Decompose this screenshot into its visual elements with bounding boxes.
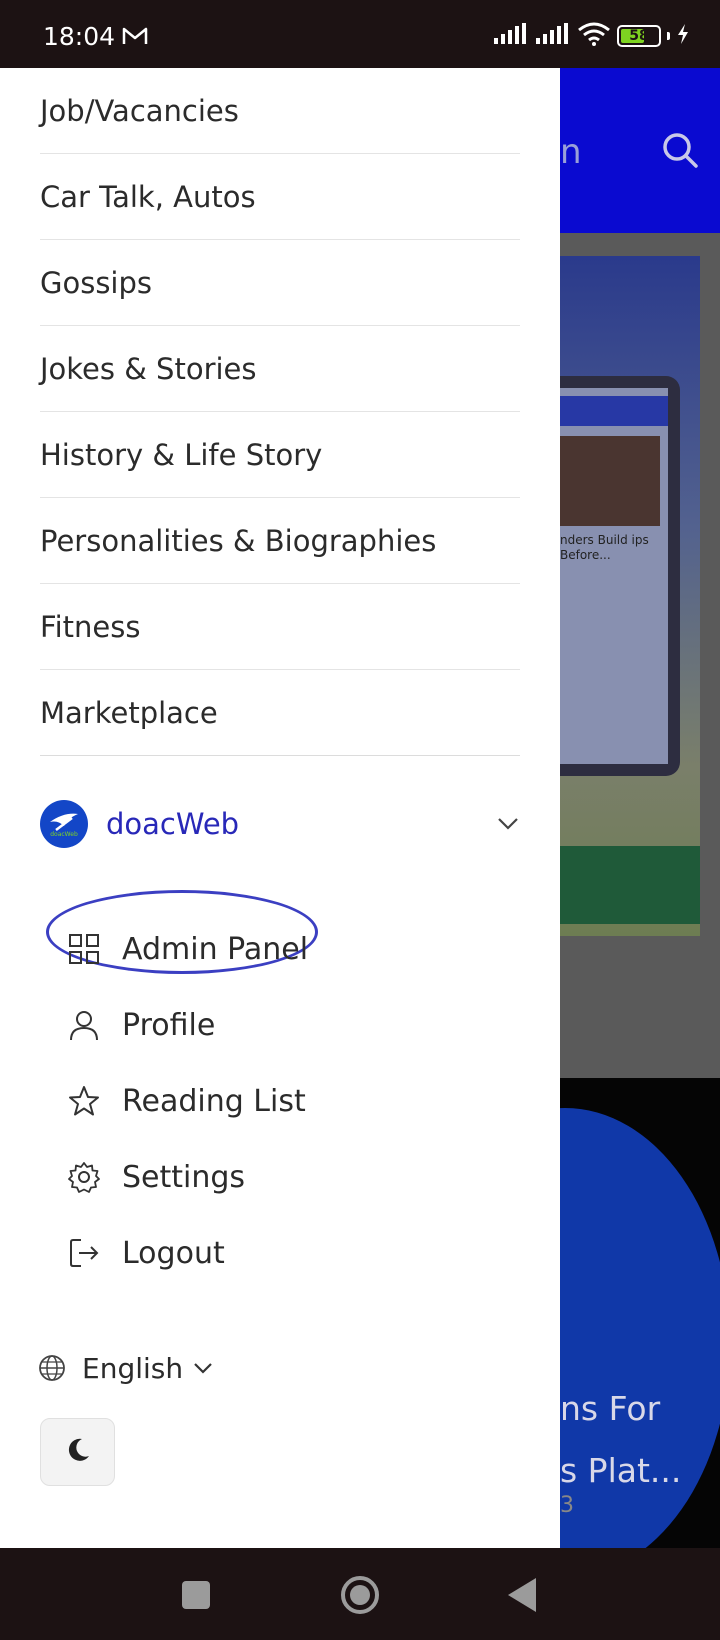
avatar: doacWeb [40,800,88,848]
star-icon [66,1083,102,1119]
moon-icon [64,1436,92,1468]
category-item[interactable]: Gossips [40,240,520,326]
gear-icon [66,1159,102,1195]
menu-item-label: Reading List [122,1083,306,1119]
user-icon [66,1007,102,1043]
status-icons: 58 [493,22,690,50]
category-item[interactable]: Marketplace [40,670,520,756]
language-selector[interactable]: English [38,1348,213,1388]
category-item[interactable]: Job/Vacancies [40,68,520,154]
dark-mode-toggle[interactable] [40,1418,115,1486]
chevron-down-icon[interactable] [496,812,520,836]
menu-item-label: Profile [122,1007,216,1043]
chevron-down-icon [193,1362,213,1374]
language-label: English [82,1351,184,1385]
battery-icon: 58 [617,25,661,47]
signal-icon [535,23,571,49]
profile-item[interactable]: Profile [66,987,526,1063]
category-item[interactable]: History & Life Story [40,412,520,498]
signal-icon [493,23,529,49]
app-header: n [560,68,720,233]
status-time: 18:04 [43,22,116,51]
user-name: doacWeb [106,807,240,841]
logout-item[interactable]: Logout [66,1215,526,1291]
reading-list-item[interactable]: Reading List [66,1063,526,1139]
avatar-logo-text: doacWeb [50,831,78,838]
user-account-toggle[interactable]: doacWeb doacWeb [40,798,520,850]
category-item[interactable]: Personalities & Biographies [40,498,520,584]
account-menu: Admin Panel Profile Reading List Setting… [66,911,526,1291]
logout-icon [66,1235,102,1271]
battery-level: 58 [629,28,649,44]
article-headline[interactable]: ns For s Plat... [560,1378,681,1502]
back-button[interactable] [508,1578,536,1612]
gmail-icon [122,26,148,50]
article-meta: 3 [560,1493,574,1518]
settings-item[interactable]: Settings [66,1139,526,1215]
app-header-fragment: n [560,132,582,172]
system-nav-bar [0,1548,720,1640]
grid-icon [66,931,102,967]
home-button[interactable] [341,1576,379,1614]
background-app: n nders Build ips Before... ns For s Pla… [560,68,720,1548]
search-icon[interactable] [660,130,700,174]
category-item[interactable]: Car Talk, Autos [40,154,520,240]
menu-item-label: Admin Panel [122,931,309,967]
category-list: Job/Vacancies Car Talk, Autos Gossips Jo… [40,68,520,756]
phone-image: nders Build ips Before... [560,376,680,776]
category-item[interactable]: Jokes & Stories [40,326,520,412]
wifi-icon [577,22,611,50]
featured-card-image[interactable]: nders Build ips Before... [560,256,700,936]
recent-apps-button[interactable] [182,1581,210,1609]
navigation-drawer: Job/Vacancies Car Talk, Autos Gossips Jo… [0,68,560,1548]
phone-article-text: nders Build ips Before... [560,533,649,562]
menu-item-label: Settings [122,1159,246,1195]
admin-panel-item[interactable]: Admin Panel [66,911,526,987]
globe-icon [38,1354,66,1382]
status-bar: 18:04 58 [0,0,720,68]
category-item[interactable]: Fitness [40,584,520,670]
menu-item-label: Logout [122,1235,225,1271]
charging-icon [676,23,690,49]
